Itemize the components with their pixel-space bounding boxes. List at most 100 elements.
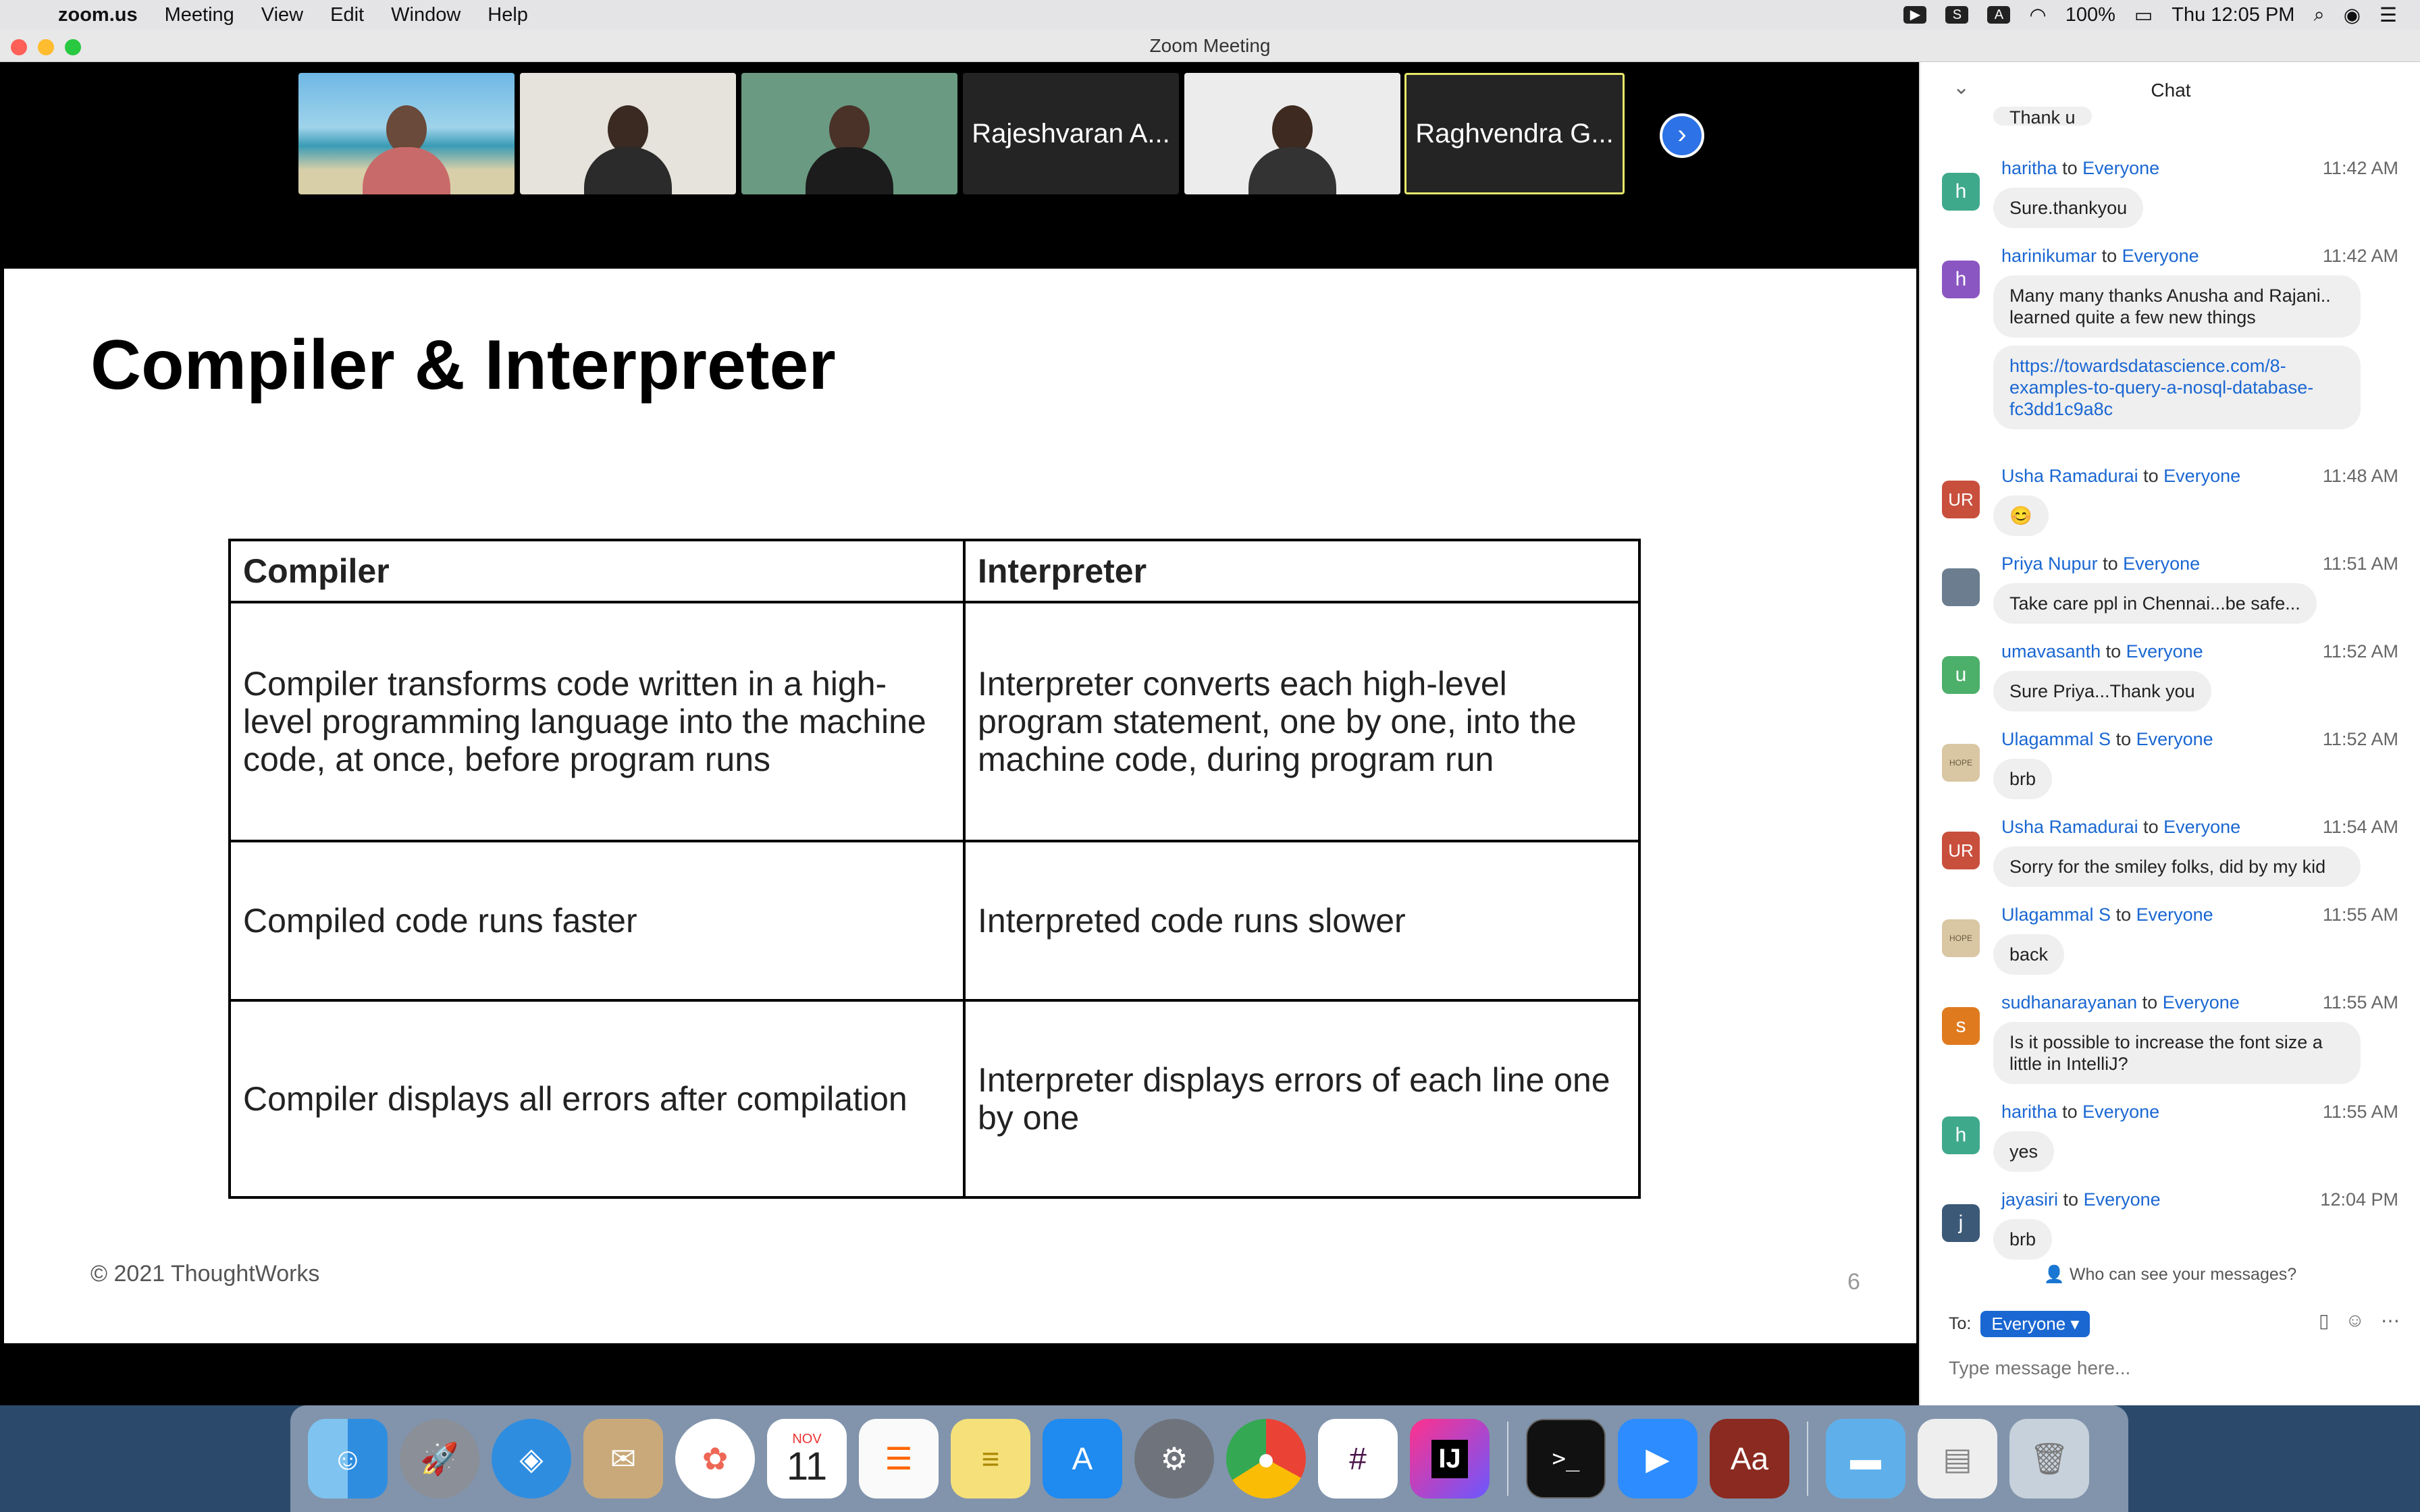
chat-timestamp: 11:55 AM: [2322, 905, 2398, 925]
avatar[interactable]: HOPE: [1942, 919, 1980, 957]
chat-timestamp: 11:52 AM: [2322, 729, 2398, 749]
slack-icon[interactable]: #: [1318, 1419, 1398, 1498]
chat-sender[interactable]: Usha Ramadurai: [2001, 466, 2138, 486]
chat-sender[interactable]: Usha Ramadurai: [2001, 817, 2138, 837]
zoom-icon[interactable]: ▶: [1618, 1419, 1698, 1498]
chat-message-text: 😊: [1993, 495, 2049, 536]
zoom-status-icon[interactable]: ▶: [1903, 6, 1927, 24]
avatar[interactable]: UR: [1942, 832, 1980, 869]
chat-to-word: to: [2057, 1102, 2083, 1122]
chat-recipient[interactable]: Everyone: [2082, 1102, 2159, 1122]
trash-icon[interactable]: 🗑: [2009, 1419, 2089, 1498]
participant-video-1[interactable]: [298, 73, 515, 194]
file-attach-icon[interactable]: ▯: [2319, 1310, 2329, 1332]
reminders-icon[interactable]: ☰: [859, 1419, 939, 1498]
avatar[interactable]: HOPE: [1942, 744, 1980, 782]
participant-tile-4[interactable]: Rajeshvaran A...: [963, 73, 1179, 194]
chat-recipient[interactable]: Everyone: [2123, 554, 2200, 574]
more-options-icon[interactable]: ⋯: [2381, 1310, 2400, 1332]
chat-recipient[interactable]: Everyone: [2163, 817, 2240, 837]
avatar[interactable]: h: [1942, 261, 1980, 298]
chat-sender[interactable]: sudhanarayanan: [2001, 992, 2137, 1013]
photos-icon[interactable]: ✿: [675, 1419, 755, 1498]
chat-sender[interactable]: harinikumar: [2001, 246, 2097, 266]
participant-tile-active-speaker[interactable]: Raghvendra G...: [1404, 73, 1625, 194]
chat-recipient[interactable]: Everyone: [2082, 158, 2159, 178]
chat-sender[interactable]: haritha: [2001, 158, 2057, 178]
avatar[interactable]: s: [1942, 1007, 1980, 1045]
avatar[interactable]: [1942, 568, 1980, 606]
spotlight-search-icon[interactable]: ⌕: [2313, 4, 2324, 26]
chat-recipient[interactable]: Everyone: [2122, 246, 2199, 266]
window-title: Zoom Meeting: [1149, 35, 1271, 56]
clock[interactable]: Thu 12:05 PM: [2172, 4, 2294, 26]
chat-sender[interactable]: jayasiri: [2001, 1189, 2058, 1210]
participant-video-5[interactable]: [1184, 73, 1400, 194]
safari-icon[interactable]: ◈: [492, 1419, 571, 1498]
avatar[interactable]: h: [1942, 1116, 1980, 1154]
table-cell: Compiled code runs faster: [228, 840, 966, 1002]
intellij-icon[interactable]: IJ: [1410, 1419, 1490, 1498]
chat-recipient[interactable]: Everyone: [2126, 641, 2203, 662]
chat-sender[interactable]: haritha: [2001, 1102, 2057, 1122]
menu-window[interactable]: Window: [391, 4, 461, 26]
menu-meeting[interactable]: Meeting: [165, 4, 234, 26]
compose-actions: ▯ ☺ ⋯: [2319, 1310, 2400, 1332]
menu-help[interactable]: Help: [488, 4, 528, 26]
mail-icon[interactable]: ✉: [583, 1419, 663, 1498]
emoji-icon[interactable]: ☺: [2345, 1310, 2365, 1332]
participant-video-3[interactable]: [741, 73, 957, 194]
avatar[interactable]: u: [1942, 656, 1980, 694]
wifi-icon[interactable]: ◠: [2029, 3, 2046, 27]
chat-sender[interactable]: Ulagammal S: [2001, 905, 2111, 925]
menu-edit[interactable]: Edit: [330, 4, 364, 26]
table-cell: Interpreter displays errors of each line…: [963, 999, 1641, 1199]
app-store-icon[interactable]: A: [1043, 1419, 1122, 1498]
launchpad-icon[interactable]: 🚀: [400, 1419, 479, 1498]
siri-icon[interactable]: ◉: [2344, 3, 2361, 27]
slide-footer-copyright: © 2021 ThoughtWorks: [90, 1261, 320, 1287]
next-participants-button[interactable]: ›: [1660, 113, 1704, 158]
battery-icon[interactable]: ▭: [2134, 3, 2153, 27]
chat-to-word: to: [2138, 817, 2164, 837]
chat-timestamp: 11:42 AM: [2322, 246, 2398, 266]
menu-app-name[interactable]: zoom.us: [58, 4, 138, 26]
skype-status-icon[interactable]: S: [1945, 6, 1969, 24]
calendar-icon[interactable]: NOV 11: [767, 1419, 847, 1498]
table-header-row: Compiler Interpreter: [228, 539, 1641, 603]
folder-icon[interactable]: ▬: [1826, 1419, 1905, 1498]
documents-stack-icon[interactable]: ▤: [1918, 1419, 1997, 1498]
notes-icon[interactable]: ≡: [951, 1419, 1030, 1498]
recipient-dropdown[interactable]: Everyone ▾: [1980, 1311, 2090, 1337]
chat-recipient[interactable]: Everyone: [2136, 905, 2213, 925]
input-source-icon[interactable]: A: [1987, 6, 2011, 24]
chat-sender[interactable]: Priya Nupur: [2001, 554, 2098, 574]
chat-timestamp: 11:51 AM: [2322, 554, 2398, 574]
chat-message-input[interactable]: [1949, 1351, 2394, 1385]
chat-recipient[interactable]: Everyone: [2163, 992, 2240, 1013]
finder-icon[interactable]: ☺: [308, 1419, 388, 1498]
terminal-icon[interactable]: >_: [1526, 1419, 1606, 1498]
participant-video-2[interactable]: [520, 73, 736, 194]
menu-view[interactable]: View: [261, 4, 303, 26]
chat-recipient[interactable]: Everyone: [2163, 466, 2240, 486]
chat-to-word: to: [2058, 1189, 2084, 1210]
chat-recipient[interactable]: Everyone: [2136, 729, 2213, 749]
chrome-icon[interactable]: ●: [1226, 1419, 1306, 1498]
dictionary-icon[interactable]: Aa: [1710, 1419, 1789, 1498]
chat-privacy-note[interactable]: 👤 Who can see your messages?: [1920, 1265, 2420, 1285]
avatar[interactable]: h: [1942, 173, 1980, 211]
avatar[interactable]: j: [1942, 1204, 1980, 1242]
chat-sender[interactable]: umavasanth: [2001, 641, 2101, 662]
chat-to-word: to: [2111, 905, 2136, 925]
chat-sender[interactable]: Ulagammal S: [2001, 729, 2111, 749]
calendar-day: 11: [786, 1444, 828, 1488]
chat-recipient[interactable]: Everyone: [2084, 1189, 2161, 1210]
privacy-note-text: Who can see your messages?: [2069, 1265, 2297, 1284]
avatar[interactable]: UR: [1942, 481, 1980, 518]
system-preferences-icon[interactable]: ⚙: [1134, 1419, 1214, 1498]
chat-message-link[interactable]: https://towardsdatascience.com/8-example…: [1993, 346, 2361, 429]
notification-center-icon[interactable]: ☰: [2379, 3, 2397, 27]
chat-message-text: brb: [1993, 1219, 2053, 1260]
table-cell: Compiler displays all errors after compi…: [228, 999, 966, 1199]
